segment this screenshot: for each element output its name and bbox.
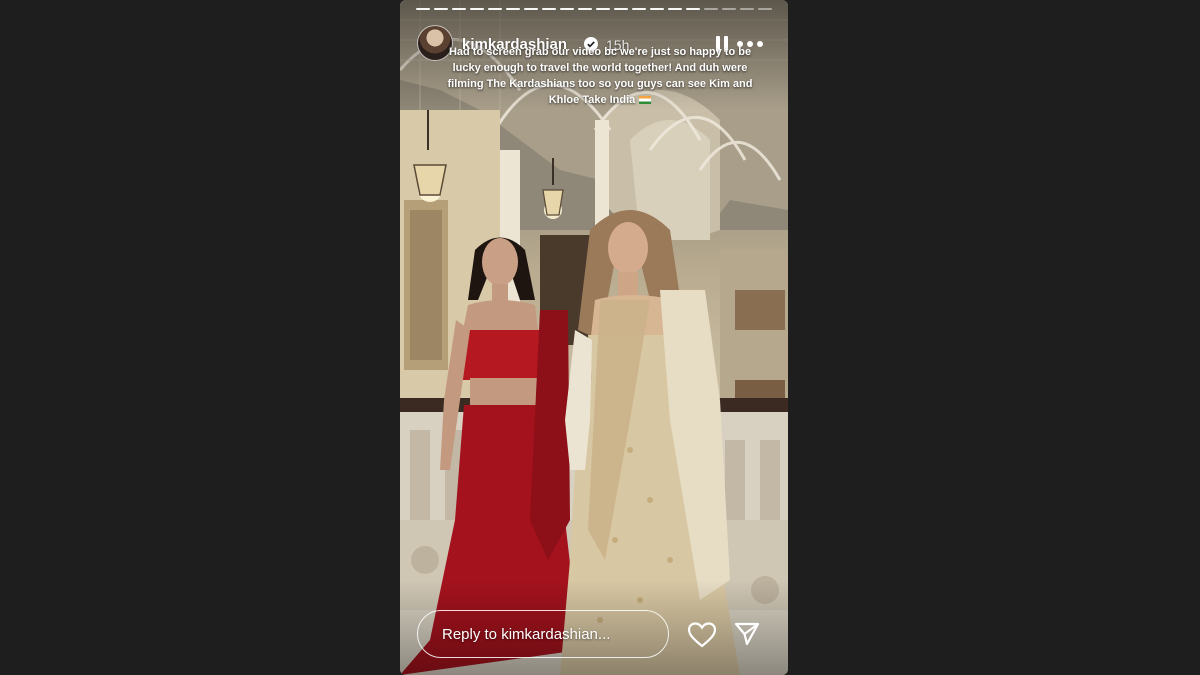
- story-caption: Had to screen grab our video bc we're ju…: [440, 44, 760, 108]
- progress-segment: [758, 8, 772, 10]
- progress-segment: [506, 8, 520, 10]
- progress-segment: [452, 8, 466, 10]
- progress-segment: [470, 8, 484, 10]
- progress-segment: [488, 8, 502, 10]
- progress-segment: [542, 8, 556, 10]
- progress-segment: [650, 8, 664, 10]
- caption-text: Had to screen grab our video bc we're ju…: [447, 46, 753, 106]
- progress-segment: [614, 8, 628, 10]
- progress-segment: [524, 8, 538, 10]
- progress-segment: [686, 8, 700, 10]
- progress-segment: [560, 8, 574, 10]
- progress-segment: [434, 8, 448, 10]
- progress-segment: [740, 8, 754, 10]
- send-icon[interactable]: [734, 622, 760, 646]
- progress-segment: [704, 8, 718, 10]
- reply-input[interactable]: Reply to kimkardashian...: [417, 610, 669, 658]
- heart-icon[interactable]: [688, 622, 716, 648]
- progress-segment: [668, 8, 682, 10]
- india-flag-icon: [639, 96, 652, 105]
- story-progress-bar: [416, 8, 772, 10]
- progress-segment: [722, 8, 736, 10]
- progress-segment: [578, 8, 592, 10]
- progress-segment: [416, 8, 430, 10]
- progress-segment: [596, 8, 610, 10]
- story-viewer[interactable]: kimkardashian 15h Had to screen grab our…: [400, 0, 788, 675]
- reply-placeholder: Reply to kimkardashian...: [442, 626, 611, 643]
- progress-segment: [632, 8, 646, 10]
